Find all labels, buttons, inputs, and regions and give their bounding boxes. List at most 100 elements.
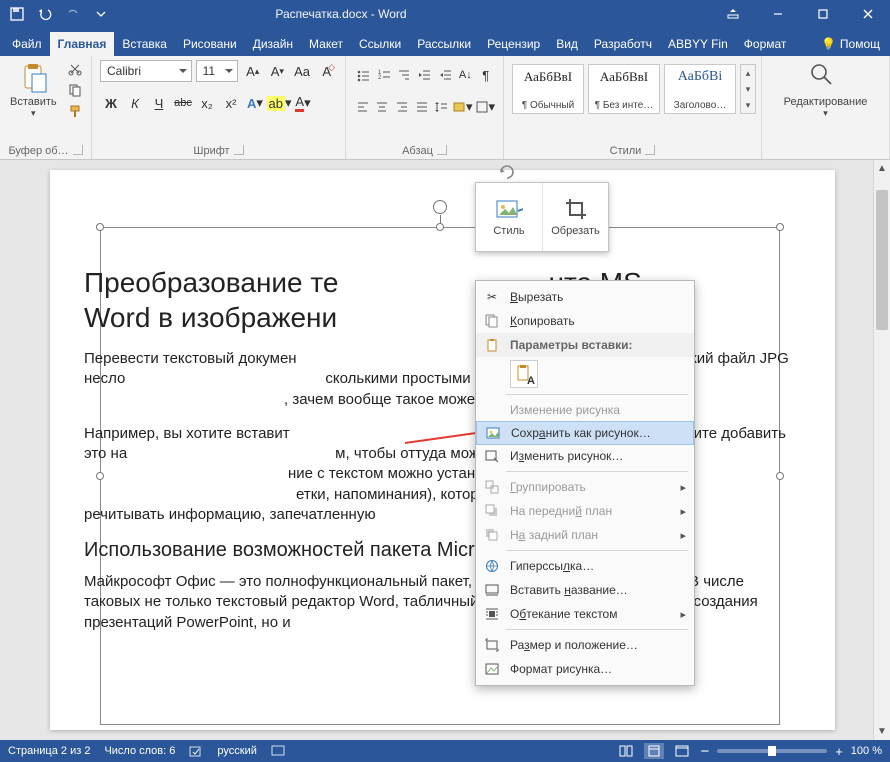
customize-qat-button[interactable]	[90, 3, 112, 25]
multilevel-list-button[interactable]	[395, 64, 413, 86]
resize-handle-tr[interactable]	[776, 223, 784, 231]
cut-button[interactable]	[65, 60, 85, 78]
scroll-thumb[interactable]	[876, 190, 888, 330]
ctx-format-picture[interactable]: Формат рисунка…	[476, 657, 694, 681]
scroll-down[interactable]: ▼	[874, 723, 890, 740]
grow-font-button[interactable]: A▴	[242, 60, 263, 82]
tab-mailings[interactable]: Рассылки	[409, 32, 479, 56]
tab-file[interactable]: Файл	[4, 32, 50, 56]
tab-draw[interactable]: Рисовани	[175, 32, 245, 56]
tab-review[interactable]: Рецензир	[479, 32, 548, 56]
ctx-copy[interactable]: Копировать	[476, 309, 694, 333]
styles-more[interactable]: ▾	[741, 97, 755, 113]
tell-me[interactable]: 💡Помощ	[811, 32, 890, 56]
bold-button[interactable]: Ж	[100, 92, 122, 114]
status-track-changes[interactable]	[271, 745, 285, 757]
increase-indent-button[interactable]	[436, 64, 454, 86]
font-launcher[interactable]	[234, 145, 244, 155]
align-center-button[interactable]	[374, 96, 392, 118]
styles-up[interactable]: ▴	[741, 65, 755, 81]
status-language[interactable]: русский	[217, 745, 256, 757]
crop-button[interactable]: Обрезать	[542, 183, 608, 251]
clear-formatting-button[interactable]: A◇	[316, 60, 337, 82]
sort-button[interactable]: A↓	[456, 64, 474, 86]
strike-button[interactable]: abc	[172, 92, 194, 114]
tab-home[interactable]: Главная	[50, 32, 115, 56]
view-read-mode[interactable]	[616, 743, 636, 759]
picture-style-button[interactable]: Стиль	[476, 183, 542, 251]
highlight-button[interactable]: ab▾	[268, 92, 290, 114]
paste-option-keep-text[interactable]: A	[510, 360, 538, 388]
format-painter-button[interactable]	[65, 102, 85, 120]
decrease-indent-button[interactable]	[415, 64, 433, 86]
ctx-insert-caption[interactable]: Вставить название…	[476, 578, 694, 602]
maximize-button[interactable]	[800, 0, 845, 28]
shading-button[interactable]: ▾	[452, 96, 473, 118]
copy-button[interactable]	[65, 81, 85, 99]
clipboard-launcher[interactable]	[73, 145, 83, 155]
ctx-cut[interactable]: ✂Вырезать	[476, 285, 694, 309]
editing-button[interactable]: Редактирование ▾	[782, 60, 870, 121]
ctx-edit-picture[interactable]: Изменить рисунок…	[476, 444, 694, 468]
zoom-knob[interactable]	[768, 746, 776, 756]
font-name-combo[interactable]: Calibri	[100, 60, 192, 82]
undo-button[interactable]	[34, 3, 56, 25]
line-spacing-button[interactable]	[432, 96, 450, 118]
tab-format[interactable]: Формат	[736, 32, 795, 56]
align-left-button[interactable]	[354, 96, 372, 118]
minimize-button[interactable]	[755, 0, 800, 28]
underline-button[interactable]: Ч	[148, 92, 170, 114]
align-right-button[interactable]	[393, 96, 411, 118]
font-color-button[interactable]: A▾	[292, 92, 314, 114]
paste-button[interactable]: Вставить ▾	[8, 60, 59, 121]
redo-button[interactable]	[62, 3, 84, 25]
styles-down[interactable]: ▾	[741, 81, 755, 97]
zoom-level[interactable]: 100 %	[851, 745, 882, 757]
resize-handle-tl[interactable]	[96, 223, 104, 231]
style-heading1[interactable]: АаБбВіЗаголово…	[664, 64, 736, 114]
copy-icon	[484, 313, 500, 329]
zoom-out-button[interactable]: −	[700, 743, 709, 760]
tab-insert[interactable]: Вставка	[114, 32, 175, 56]
rotate-handle[interactable]	[433, 200, 447, 214]
view-web-layout[interactable]	[672, 743, 692, 759]
zoom-in-button[interactable]: +	[835, 744, 843, 759]
tab-design[interactable]: Дизайн	[245, 32, 301, 56]
style-no-spacing[interactable]: АаБбВвІ¶ Без инте…	[588, 64, 660, 114]
style-normal[interactable]: АаБбВвІ¶ Обычный	[512, 64, 584, 114]
bullets-button[interactable]	[354, 64, 372, 86]
shrink-font-button[interactable]: A▾	[267, 60, 288, 82]
tab-references[interactable]: Ссылки	[351, 32, 409, 56]
save-button[interactable]	[6, 3, 28, 25]
ribbon-display-options[interactable]	[710, 0, 755, 28]
close-button[interactable]	[845, 0, 890, 28]
vertical-scrollbar[interactable]: ▲ ▼	[873, 160, 890, 740]
tab-view[interactable]: Вид	[548, 32, 586, 56]
ctx-size-position[interactable]: Размер и положение…	[476, 633, 694, 657]
ctx-hyperlink[interactable]: Гиперссылка…	[476, 554, 694, 578]
ctx-wrap-text[interactable]: Обтекание текстом	[476, 602, 694, 626]
zoom-slider[interactable]	[717, 749, 827, 753]
change-case-button[interactable]: Aa	[292, 60, 313, 82]
styles-launcher[interactable]	[645, 145, 655, 155]
status-page[interactable]: Страница 2 из 2	[8, 745, 90, 757]
show-marks-button[interactable]: ¶	[477, 64, 495, 86]
view-print-layout[interactable]	[644, 743, 664, 759]
superscript-button[interactable]: x²	[220, 92, 242, 114]
ctx-save-as-picture[interactable]: Сохранить как рисунок…	[476, 421, 694, 445]
scroll-up[interactable]: ▲	[874, 160, 890, 177]
numbering-button[interactable]: 12	[374, 64, 392, 86]
text-effects-button[interactable]: A▾	[244, 92, 266, 114]
subscript-button[interactable]: x₂	[196, 92, 218, 114]
tab-layout[interactable]: Макет	[301, 32, 351, 56]
resize-handle-tm[interactable]	[436, 223, 444, 231]
tab-developer[interactable]: Разработч	[586, 32, 660, 56]
status-spellcheck[interactable]	[189, 744, 203, 758]
status-word-count[interactable]: Число слов: 6	[104, 745, 175, 757]
paragraph-launcher[interactable]	[437, 145, 447, 155]
italic-button[interactable]: К	[124, 92, 146, 114]
borders-button[interactable]: ▾	[475, 96, 496, 118]
tab-abbyy[interactable]: ABBYY Fin	[660, 32, 736, 56]
justify-button[interactable]	[413, 96, 431, 118]
font-size-combo[interactable]: 11	[196, 60, 239, 82]
